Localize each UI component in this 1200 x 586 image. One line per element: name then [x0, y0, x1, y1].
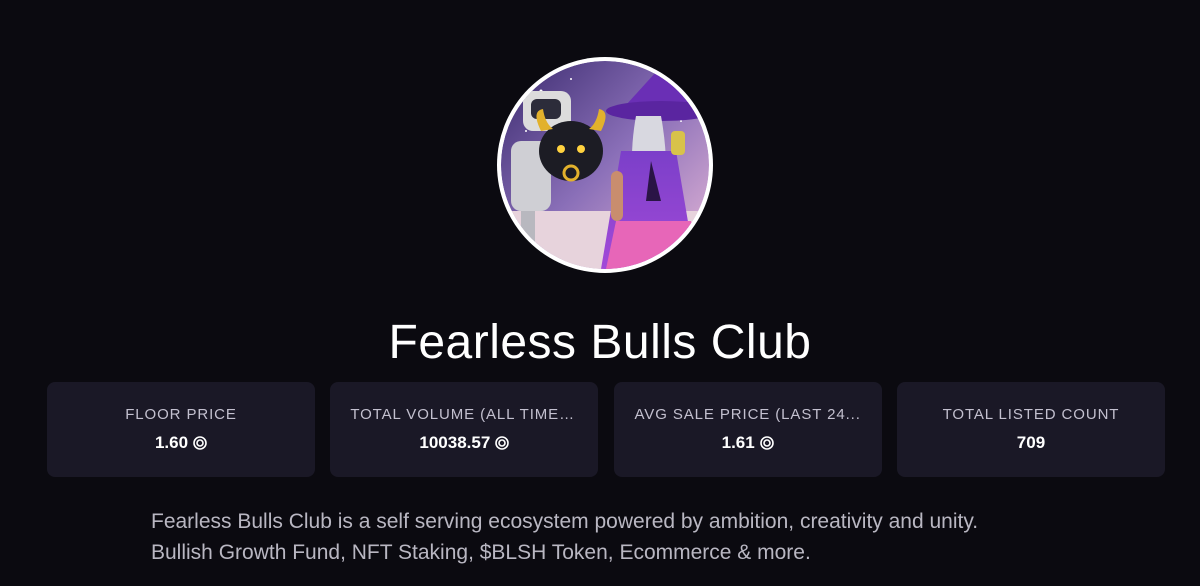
stat-card-floor-price: FLOOR PRICE 1.60 [47, 382, 315, 477]
sol-icon [193, 436, 207, 450]
stat-value: 1.60 [154, 433, 189, 452]
collection-title: Fearless Bulls Club [388, 316, 812, 369]
stats-row: FLOOR PRICE 1.60 TOTAL VOLUME (ALL TIME,… [47, 382, 1165, 477]
collection-description: Fearless Bulls Club is a self serving ec… [151, 506, 1111, 568]
collection-page: Fearless Bulls Club FLOOR PRICE 1.60 TOT… [0, 0, 1200, 586]
stat-value: 10038.57 [419, 433, 491, 452]
stat-label: TOTAL VOLUME (ALL TIME,... [350, 406, 579, 423]
stat-card-total-volume: TOTAL VOLUME (ALL TIME,... 10038.57 [330, 382, 599, 477]
stat-label: AVG SALE PRICE (LAST 24... [634, 406, 861, 423]
description-line-2: Bullish Growth Fund, NFT Staking, $BLSH … [151, 541, 811, 564]
stat-value-wrap: 10038.57 [350, 432, 578, 454]
stat-value-wrap: 709 [917, 432, 1145, 454]
stat-value: 709 [1016, 433, 1046, 452]
stat-value: 1.61 [721, 433, 755, 452]
stat-label: TOTAL LISTED COUNT [942, 406, 1120, 423]
collection-avatar [497, 57, 713, 273]
sol-icon [759, 436, 774, 450]
stat-card-total-listed-count: TOTAL LISTED COUNT 709 [896, 382, 1165, 477]
collection-avatar-image [501, 61, 709, 269]
sol-icon [495, 436, 510, 450]
stat-label: FLOOR PRICE [125, 406, 237, 423]
stat-value-wrap: 1.60 [67, 432, 295, 454]
stat-card-avg-sale-price: AVG SALE PRICE (LAST 24... 1.61 [613, 382, 882, 477]
description-line-1: Fearless Bulls Club is a self serving ec… [151, 510, 979, 533]
stat-value-wrap: 1.61 [634, 432, 862, 454]
